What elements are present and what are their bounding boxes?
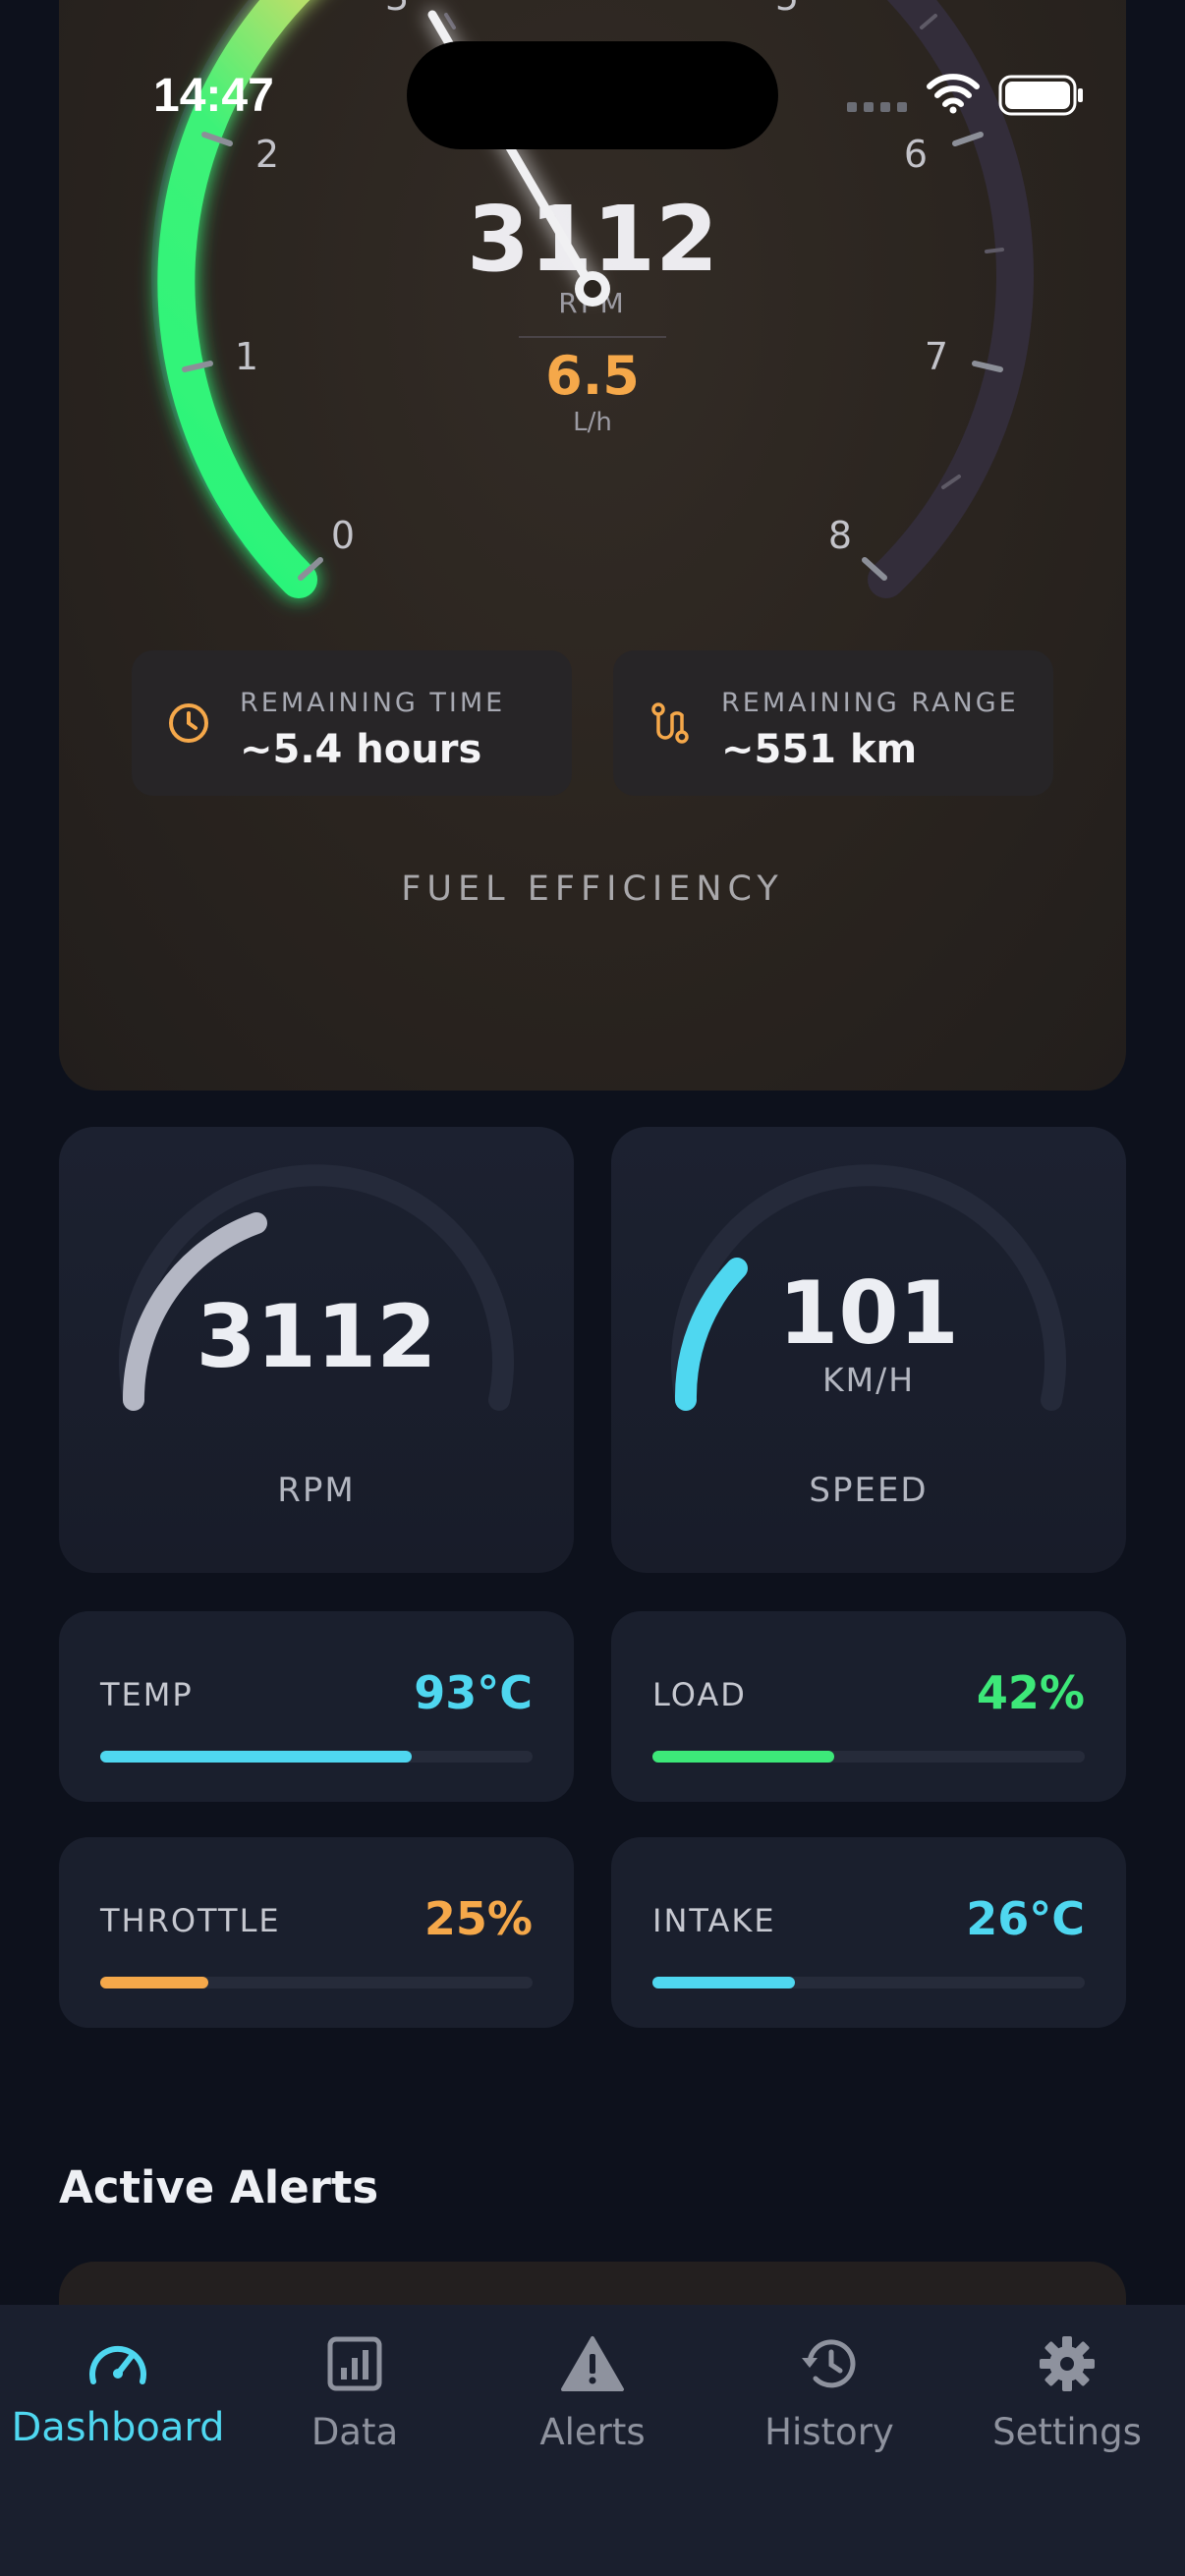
throttle-tile[interactable]: THROTTLE 25%: [59, 1837, 574, 2028]
temp-tile[interactable]: TEMP 93°C: [59, 1611, 574, 1802]
speed-gauge-card[interactable]: 101 KM/H SPEED: [611, 1127, 1126, 1573]
throttle-value: 25%: [423, 1892, 533, 1945]
remaining-time-value: ~5.4 hours: [240, 727, 482, 772]
battery-icon: [998, 75, 1083, 116]
gauge-label-8: 8: [828, 514, 852, 557]
throttle-label: THROTTLE: [100, 1902, 281, 1939]
gauge-icon: [89, 2345, 146, 2384]
remaining-range-box: REMAINING RANGE ~551 km: [613, 650, 1053, 796]
rpm-card-value: 3112: [196, 1286, 437, 1387]
fuel-efficiency-title: FUEL EFFICIENCY: [401, 869, 784, 909]
intake-value: 26°C: [966, 1892, 1085, 1945]
fuel-rate-readout: 6.5: [545, 345, 640, 407]
throttle-bar-fill: [100, 1977, 208, 1988]
remaining-range-label: REMAINING RANGE: [721, 688, 1019, 718]
load-tile[interactable]: LOAD 42%: [611, 1611, 1126, 1802]
tab-history[interactable]: History: [711, 2334, 947, 2453]
fuel-efficiency-card: 0 1 2 3 5 6 7 8 3112 RPM 6.5 L/h: [59, 0, 1126, 1091]
rpm-gauge-card[interactable]: 3112 RPM: [59, 1127, 574, 1573]
tab-dashboard-label: Dashboard: [11, 2405, 225, 2450]
fuel-rate-unit: L/h: [573, 408, 612, 437]
remaining-time-box: REMAINING TIME ~5.4 hours: [132, 650, 572, 796]
dynamic-island: [407, 41, 778, 149]
gauge-label-0: 0: [331, 514, 355, 557]
gauge-label-6: 6: [904, 133, 928, 176]
speed-card-value: 101: [778, 1262, 959, 1364]
tab-bar: Dashboard Data Alerts History Settings: [0, 2305, 1185, 2576]
load-bar-track: [652, 1751, 1085, 1763]
intake-tile[interactable]: INTAKE 26°C: [611, 1837, 1126, 2028]
gear-icon: [1040, 2336, 1095, 2391]
bar-chart-icon: [327, 2336, 382, 2391]
temp-bar-track: [100, 1751, 533, 1763]
gauge-label-1: 1: [235, 335, 258, 378]
gauge-label-3: 3: [385, 0, 409, 19]
signal-dots-icon: [847, 102, 907, 112]
speed-card-unit: KM/H: [821, 1361, 916, 1399]
gauge-label-2: 2: [255, 133, 279, 176]
route-icon: [651, 702, 689, 744]
gauge-label-5: 5: [775, 0, 799, 19]
clock-icon: [169, 703, 208, 743]
remaining-range-value: ~551 km: [721, 727, 918, 772]
history-icon: [802, 2339, 856, 2388]
tab-alerts[interactable]: Alerts: [475, 2334, 710, 2453]
rpm-card-caption: RPM: [277, 1471, 356, 1510]
tab-history-label: History: [764, 2411, 894, 2453]
tab-settings[interactable]: Settings: [949, 2334, 1185, 2453]
tab-data-label: Data: [310, 2411, 399, 2453]
wifi-icon: [927, 74, 980, 114]
dashboard-screen: 0 1 2 3 5 6 7 8 3112 RPM 6.5 L/h: [0, 0, 1185, 2576]
intake-bar-track: [652, 1977, 1085, 1988]
throttle-bar-track: [100, 1977, 533, 1988]
tab-alerts-label: Alerts: [539, 2411, 646, 2453]
active-alerts-title: Active Alerts: [59, 2161, 379, 2213]
load-bar-fill: [652, 1751, 834, 1763]
load-value: 42%: [976, 1666, 1085, 1719]
temp-bar-fill: [100, 1751, 412, 1763]
tab-data[interactable]: Data: [237, 2334, 473, 2453]
temp-value: 93°C: [414, 1666, 533, 1719]
gauge-label-7: 7: [925, 335, 948, 378]
speed-card-caption: SPEED: [809, 1471, 929, 1510]
tab-dashboard[interactable]: Dashboard: [0, 2334, 236, 2450]
temp-label: TEMP: [100, 1676, 194, 1713]
intake-bar-fill: [652, 1977, 796, 1988]
tab-settings-label: Settings: [992, 2411, 1142, 2453]
remaining-time-label: REMAINING TIME: [240, 688, 506, 718]
load-label: LOAD: [652, 1676, 747, 1713]
intake-label: INTAKE: [652, 1902, 776, 1939]
warning-icon: [561, 2336, 624, 2391]
status-time: 14:47: [153, 70, 274, 122]
